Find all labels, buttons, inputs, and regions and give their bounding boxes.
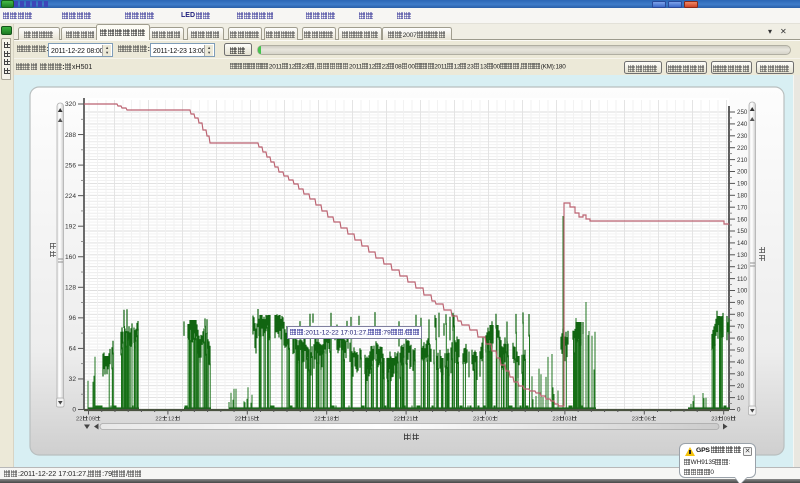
svg-text:230: 230 <box>737 133 748 140</box>
svg-text:10: 10 <box>737 395 744 402</box>
svg-text:30: 30 <box>737 371 744 378</box>
svg-text:18: 18 <box>327 417 333 423</box>
svg-text:03: 03 <box>565 417 571 423</box>
svg-text:80: 80 <box>737 312 744 319</box>
svg-text:200: 200 <box>737 169 748 176</box>
svg-text:22: 22 <box>394 417 400 423</box>
svg-text:256: 256 <box>65 162 76 169</box>
svg-text:130: 130 <box>737 252 748 259</box>
svg-text:21: 21 <box>406 417 412 423</box>
svg-text:32: 32 <box>69 376 77 383</box>
svg-text:192: 192 <box>65 223 76 230</box>
svg-text:70: 70 <box>737 323 744 330</box>
svg-text:288: 288 <box>65 132 76 139</box>
svg-text:22: 22 <box>155 417 161 423</box>
svg-text:0: 0 <box>737 407 741 414</box>
svg-text:190: 190 <box>737 181 748 188</box>
svg-text:90: 90 <box>737 300 744 307</box>
svg-text:22: 22 <box>314 417 320 423</box>
svg-text:96: 96 <box>69 315 77 322</box>
svg-text:22: 22 <box>76 417 82 423</box>
svg-text:40: 40 <box>737 359 744 366</box>
svg-text:64: 64 <box>69 346 77 353</box>
svg-text:15: 15 <box>247 417 253 423</box>
svg-text:170: 170 <box>737 204 748 211</box>
svg-text:60: 60 <box>737 335 744 342</box>
svg-text:180: 180 <box>737 193 748 200</box>
svg-text:100: 100 <box>737 288 748 295</box>
svg-text:110: 110 <box>737 276 747 283</box>
svg-text:150: 150 <box>737 228 748 235</box>
svg-text:210: 210 <box>737 157 748 164</box>
svg-text:160: 160 <box>737 216 748 223</box>
svg-text:128: 128 <box>65 285 76 292</box>
svg-text:120: 120 <box>737 264 748 271</box>
svg-text:12: 12 <box>168 417 174 423</box>
svg-text:09: 09 <box>89 417 95 423</box>
svg-text:22: 22 <box>235 417 241 423</box>
svg-text:320: 320 <box>65 101 76 108</box>
svg-text:09: 09 <box>724 417 730 423</box>
svg-text:50: 50 <box>737 347 744 354</box>
svg-text:23: 23 <box>711 417 717 423</box>
svg-text:06: 06 <box>644 417 650 423</box>
svg-text:140: 140 <box>737 240 748 247</box>
svg-text:224: 224 <box>65 193 76 200</box>
svg-text:23: 23 <box>632 417 638 423</box>
svg-text:220: 220 <box>737 145 748 152</box>
svg-text:0: 0 <box>72 407 76 414</box>
svg-text:160: 160 <box>65 254 76 261</box>
svg-text:250: 250 <box>737 109 748 116</box>
svg-text:00: 00 <box>486 417 492 423</box>
svg-text:20: 20 <box>737 383 744 390</box>
svg-text:23: 23 <box>473 417 479 423</box>
svg-text:23: 23 <box>552 417 558 423</box>
svg-text:240: 240 <box>737 121 748 128</box>
